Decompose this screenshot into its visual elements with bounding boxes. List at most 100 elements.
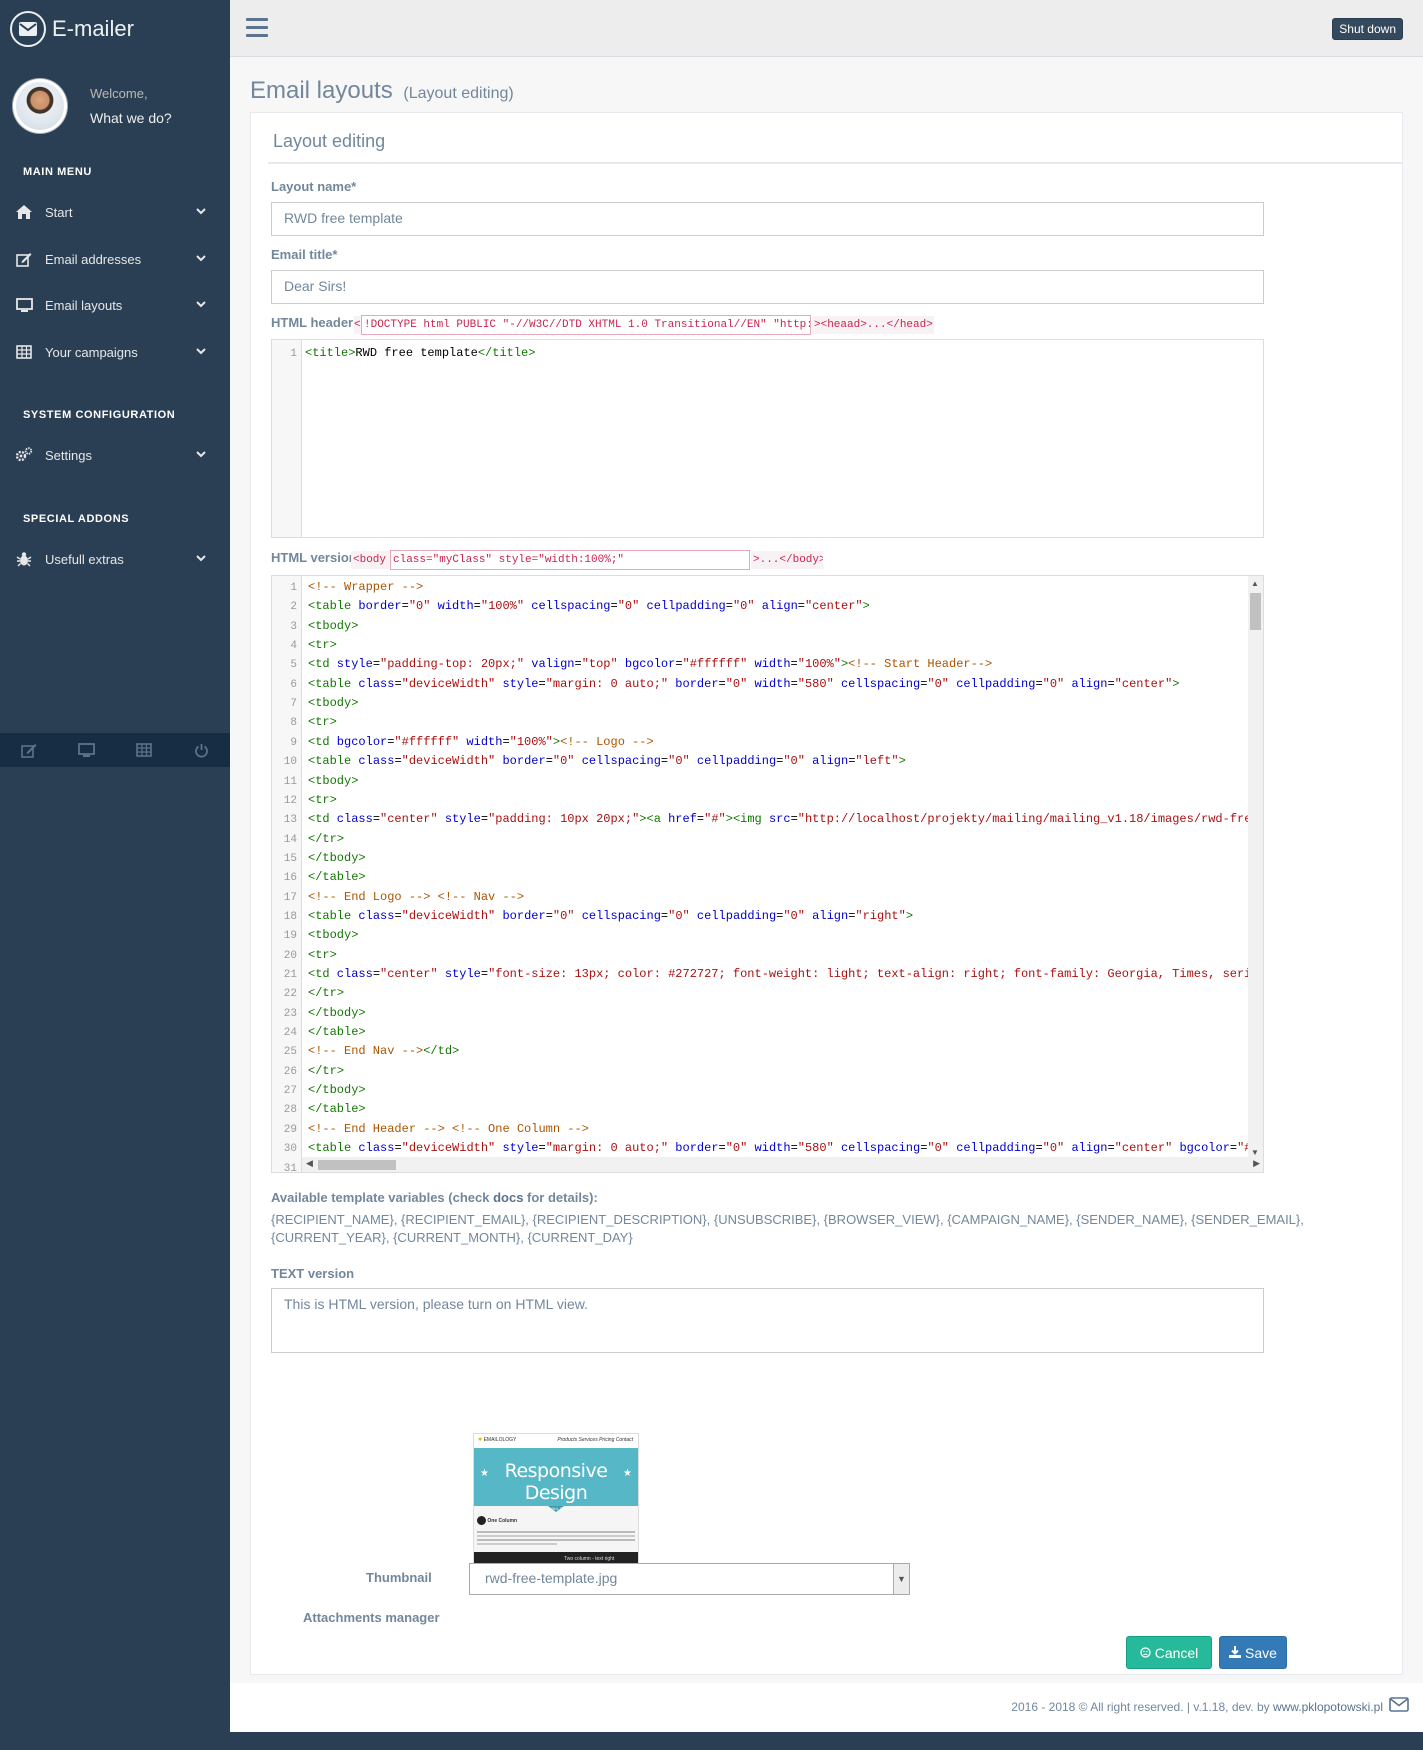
code-line: <tr> <box>308 715 337 730</box>
sidebar-item-usefull-extras[interactable]: Usefull extras <box>0 539 230 579</box>
line-number: 29 <box>283 1123 297 1136</box>
layout-name-input[interactable]: RWD free template <box>271 202 1264 236</box>
html-header-editor[interactable]: 1 <title>RWD free template</title> <box>271 339 1264 538</box>
line-number: 9 <box>290 736 297 749</box>
desktop-icon <box>15 297 33 313</box>
bug-icon <box>15 551 33 567</box>
vertical-scrollbar[interactable]: ▲ ▼ <box>1248 576 1263 1159</box>
app-title: E-mailer <box>52 16 134 41</box>
code-line: </table> <box>308 1025 366 1040</box>
chevron-down-icon <box>196 253 206 265</box>
power-icon[interactable] <box>173 733 231 767</box>
line-number: 10 <box>283 756 297 769</box>
code-line: <table class="deviceWidth" border="0" ce… <box>308 908 914 923</box>
thumb-nav: Products Services Pricing Contact <box>557 1437 633 1443</box>
save-label: Save <box>1245 1644 1277 1661</box>
html-version-body-attrs-input[interactable]: class="myClass" style="width:100%;" <box>390 550 750 570</box>
text-version-textarea[interactable]: This is HTML version, please turn on HTM… <box>271 1288 1264 1353</box>
line-number: 16 <box>283 872 297 885</box>
system-configuration-title: SYSTEM CONFIGURATION <box>23 409 176 421</box>
sidebar: E-mailer Welcome, What we do? MAIN MENU … <box>0 0 230 1750</box>
edit-icon <box>15 252 33 267</box>
sidebar-item-email-addresses[interactable]: Email addresses <box>0 239 230 279</box>
horizontal-scrollbar[interactable]: ◀ ▶ <box>302 1157 1263 1172</box>
code-line: <tr> <box>308 638 337 653</box>
line-number: 20 <box>283 949 297 962</box>
cancel-icon <box>1140 1645 1151 1661</box>
email-title-input[interactable]: Dear Sirs! <box>271 270 1264 304</box>
layout-name-label: Layout name* <box>271 179 357 194</box>
line-number: 22 <box>283 988 297 1001</box>
brand-logo[interactable]: E-mailer <box>10 11 134 47</box>
code-line: <!-- End Nav --></td> <box>308 1044 460 1059</box>
footer-link[interactable]: www.pklopotowski.pl <box>1273 1700 1383 1714</box>
special-addons-title: SPECIAL ADDONS <box>23 513 130 525</box>
code-line: <!-- End Logo --> <!-- Nav --> <box>308 889 525 904</box>
edit-icon[interactable] <box>0 733 58 767</box>
divider <box>268 162 1402 164</box>
sidebar-item-email-layouts[interactable]: Email layouts <box>0 285 230 325</box>
envelope-icon <box>1389 1697 1409 1715</box>
vars-label-end: for details): <box>523 1190 598 1205</box>
docs-link[interactable]: docs <box>493 1190 523 1205</box>
code-line: </tr> <box>308 831 345 846</box>
menu-toggle-icon[interactable] <box>246 18 268 38</box>
top-nav: Shut down <box>230 0 1423 57</box>
line-number: 2 <box>290 601 297 614</box>
sidebar-footer <box>0 733 230 767</box>
footer-text: 2016 - 2018 © All right reserved. | v.1.… <box>1011 1700 1383 1714</box>
sidebar-item-label: Email addresses <box>45 251 142 267</box>
layout-editing-panel: Layout editing Layout name* RWD free tem… <box>250 112 1403 1675</box>
code-line: <tbody> <box>308 773 359 788</box>
code-title-text: RWD free template <box>355 346 478 360</box>
code-line: <table class="deviceWidth" style="margin… <box>308 1141 1248 1156</box>
cancel-button[interactable]: Cancel <box>1126 1636 1212 1669</box>
html-header-label: HTML header <box>271 315 354 330</box>
thumb-logo: EMAILOLOGY <box>483 1437 517 1443</box>
line-number: 30 <box>283 1143 297 1156</box>
html-version-close-chip: >...</body> <box>751 551 823 569</box>
chevron-down-icon <box>196 553 206 565</box>
main-content: Email layouts (Layout editing) Layout ed… <box>230 57 1423 1683</box>
code-line: <table class="deviceWidth" style="margin… <box>308 676 1180 691</box>
thumbnail-select[interactable]: rwd-free-template.jpg ▼ <box>469 1563 910 1595</box>
code-line: <tbody> <box>308 618 359 633</box>
thumbnail-selected-value: rwd-free-template.jpg <box>485 1570 618 1586</box>
thumb-tagline: A FREE EMAIL TEMPLATE <box>531 1506 581 1511</box>
template-vars-label: Available template variables (check docs… <box>271 1189 1371 1207</box>
line-number: 15 <box>283 852 297 865</box>
sidebar-item-label: Settings <box>45 447 92 463</box>
line-number: 19 <box>283 930 297 943</box>
sidebar-item-start[interactable]: Start <box>0 192 230 232</box>
line-number: 1 <box>290 582 297 594</box>
line-number: 25 <box>283 1046 297 1059</box>
code-line: </tr> <box>308 986 345 1001</box>
template-vars-list: {RECIPIENT_NAME}, {RECIPIENT_EMAIL}, {RE… <box>271 1212 1304 1245</box>
code-line: </tbody> <box>308 1005 366 1020</box>
html-header-doctype-input[interactable]: !DOCTYPE html PUBLIC "-//W3C//DTD XHTML … <box>361 315 811 335</box>
footer-copyright: 2016 - 2018 © All right reserved. | v.1.… <box>1011 1700 1273 1714</box>
code-line: <tbody> <box>308 928 359 943</box>
cogs-icon <box>15 447 33 463</box>
vars-label-text: Available template variables (check <box>271 1190 494 1205</box>
shutdown-button[interactable]: Shut down <box>1332 18 1403 40</box>
save-button[interactable]: Save <box>1219 1636 1287 1669</box>
attachments-manager-label[interactable]: Attachments manager <box>303 1610 440 1625</box>
line-number: 4 <box>290 640 297 653</box>
sidebar-item-label: Usefull extras <box>45 551 124 567</box>
line-number: 28 <box>283 1104 297 1117</box>
table-icon[interactable] <box>115 733 173 767</box>
line-number: 6 <box>290 678 297 691</box>
html-version-label: HTML version <box>271 550 357 565</box>
html-version-editor[interactable]: 1 2 3 4 5 6 7 8 9 10 11 12 13 14 15 16 17 18 19 20 21 22 23 24 2… <box>271 575 1264 1173</box>
thumbnail-preview: ✱ EMAILOLOGY Products Services Pricing Co… <box>473 1433 639 1566</box>
sidebar-item-your-campaigns[interactable]: Your campaigns <box>0 332 230 372</box>
line-number: 7 <box>290 698 297 711</box>
thumb-section: One Column <box>487 1517 518 1524</box>
line-gutter: 1 <box>272 340 302 537</box>
code-line: <td class="center" style="font-size: 13p… <box>308 967 1248 981</box>
desktop-icon[interactable] <box>58 733 116 767</box>
line-number: 1 <box>290 348 297 360</box>
profile: Welcome, What we do? <box>12 78 172 134</box>
sidebar-item-settings[interactable]: Settings <box>0 435 230 475</box>
